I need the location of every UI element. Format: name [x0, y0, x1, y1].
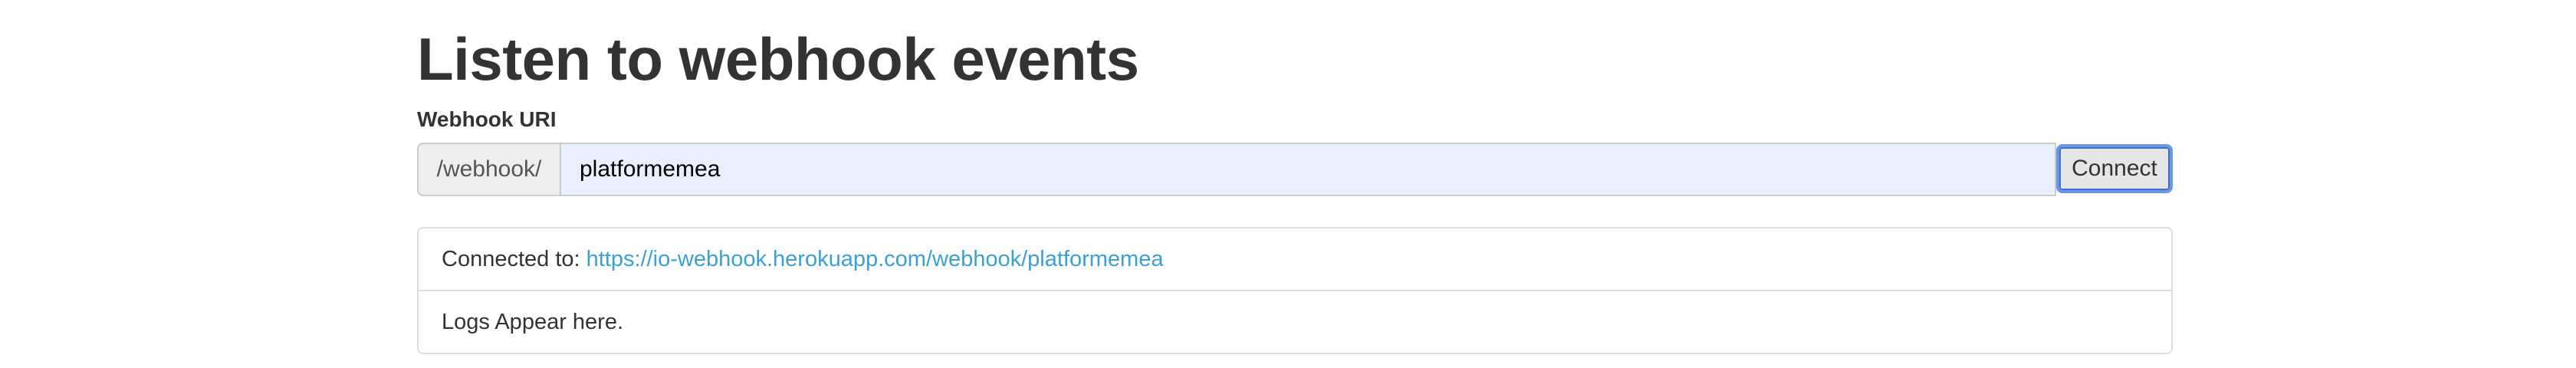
webhook-prefix-addon: /webhook/: [417, 143, 560, 196]
logs-placeholder-text: Logs Appear here.: [442, 310, 624, 334]
connection-panel: Connected to: https://io-webhook.herokua…: [417, 227, 2173, 354]
page-title: Listen to webhook events: [417, 25, 1139, 93]
connected-to-label: Connected to:: [442, 247, 580, 271]
connected-url-link[interactable]: https://io-webhook.herokuapp.com/webhook…: [586, 247, 1164, 271]
connection-status-row: Connected to: https://io-webhook.herokua…: [419, 228, 2171, 290]
webhook-uri-label: Webhook URI: [417, 107, 557, 131]
logs-row: Logs Appear here.: [419, 290, 2171, 353]
connect-button[interactable]: Connect: [2056, 144, 2173, 193]
webhook-uri-input-group: /webhook/ Connect: [417, 143, 2173, 196]
webhook-uri-input[interactable]: [560, 143, 2056, 196]
